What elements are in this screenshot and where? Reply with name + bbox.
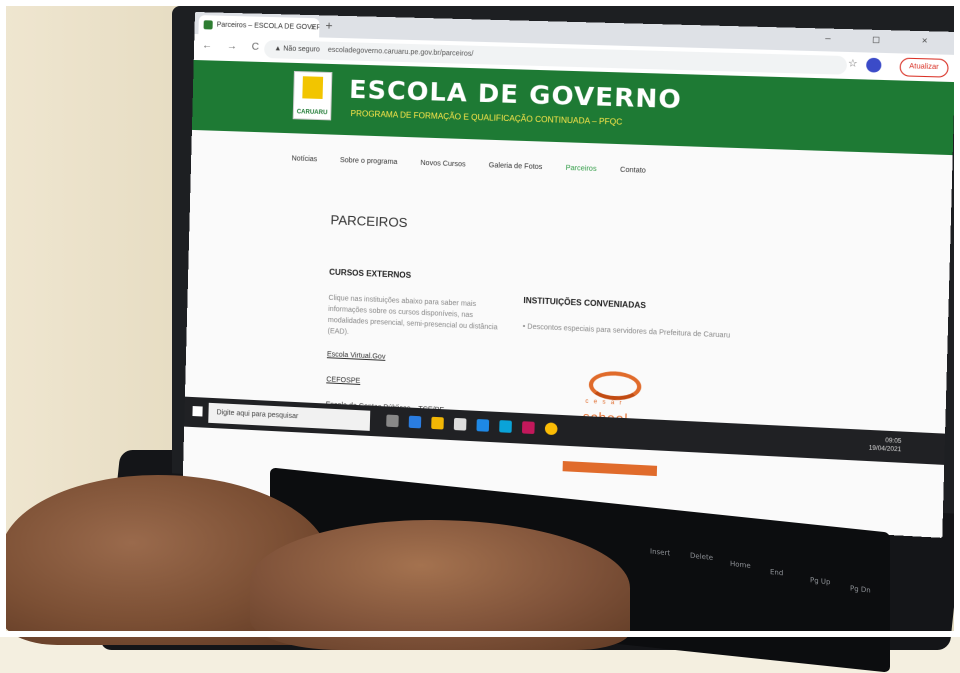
clock-date: 19/04/2021 <box>868 445 902 454</box>
right-hand <box>250 520 630 650</box>
site-favicon-icon <box>203 20 213 30</box>
nav-item-contato[interactable]: Contato <box>620 167 646 175</box>
partner-discount-text: Descontos especiais para servidores da P… <box>527 323 731 340</box>
link-escola-virtual[interactable]: Escola Virtual.Gov <box>327 351 501 366</box>
logo-text: CARUARU <box>296 109 328 117</box>
system-tray-clock[interactable]: 09:05 19/04/2021 <box>869 436 902 454</box>
close-tab-icon[interactable]: × <box>310 18 315 37</box>
partner-banner[interactable] <box>562 461 658 477</box>
windows-start-icon[interactable] <box>192 406 203 417</box>
new-tab-button[interactable]: + <box>325 18 332 32</box>
key-pgup[interactable]: Pg Up <box>810 576 830 586</box>
file-explorer-icon[interactable] <box>431 416 444 430</box>
store-icon[interactable] <box>453 417 467 431</box>
laptop-screen: Parceiros – ESCOLA DE GOVERNO × + – ◻ × … <box>182 12 957 538</box>
partner-institutions-heading: INSTITUIÇÕES CONVENIADAS <box>523 295 647 311</box>
taskbar-search[interactable]: Digite aqui para pesquisar <box>208 402 371 431</box>
tab-title: Parceiros – ESCOLA DE GOVERNO <box>216 21 320 32</box>
window-controls[interactable]: – ◻ × <box>825 33 947 48</box>
url-text: escoladegoverno.caruaru.pe.gov.br/parcei… <box>327 46 474 58</box>
partner-institutions-column: INSTITUIÇÕES CONVENIADAS • Descontos esp… <box>523 296 734 342</box>
key-insert[interactable]: Insert <box>650 547 670 557</box>
app-icon[interactable] <box>499 420 512 433</box>
not-secure-indicator[interactable]: ▲ Não seguro <box>274 45 320 53</box>
partner-discount-bullet: • Descontos especiais para servidores da… <box>522 323 731 340</box>
windows-taskbar: Digite aqui para pesquisar 09:05 19/04/2… <box>184 396 946 465</box>
logo-emblem-icon <box>302 76 324 99</box>
external-courses-heading: CURSOS EXTERNOS <box>329 267 412 281</box>
mail-icon[interactable] <box>476 418 490 432</box>
update-button[interactable]: Atualizar <box>899 57 949 78</box>
nav-item-parceiros[interactable]: Parceiros <box>566 165 597 173</box>
chrome-icon[interactable] <box>544 422 558 436</box>
key-delete[interactable]: Delete <box>690 552 713 562</box>
task-view-icon[interactable] <box>386 414 399 428</box>
key-end[interactable]: End <box>770 568 783 577</box>
office-icon[interactable] <box>521 421 535 435</box>
external-courses-text: Clique nas instituições abaixo para sabe… <box>327 294 498 336</box>
link-cefospe[interactable]: CEFOSPE <box>326 376 500 391</box>
nav-item-novos-cursos[interactable]: Novos Cursos <box>420 160 465 169</box>
bookmark-star-icon[interactable]: ☆ <box>848 58 858 70</box>
profile-avatar[interactable] <box>866 57 882 73</box>
site-nav: Notícias Sobre o programa Novos Cursos G… <box>291 147 769 184</box>
caruaru-logo[interactable]: CARUARU <box>292 70 333 121</box>
cesar-letters: cesar <box>585 398 627 407</box>
nav-item-galeria[interactable]: Galeria de Fotos <box>489 162 543 171</box>
site-title: ESCOLA DE GOVERNO <box>348 74 683 115</box>
page-title: PARCEIROS <box>330 212 408 231</box>
cesar-ring-icon <box>588 370 642 402</box>
key-pgdn[interactable]: Pg Dn <box>850 584 871 594</box>
edge-icon[interactable] <box>408 415 422 429</box>
nav-item-sobre[interactable]: Sobre o programa <box>340 157 398 166</box>
key-home[interactable]: Home <box>730 560 751 570</box>
nav-item-noticias[interactable]: Notícias <box>292 155 318 163</box>
site-subtitle: PROGRAMA DE FORMAÇÃO E QUALIFICAÇÃO CONT… <box>350 108 623 127</box>
